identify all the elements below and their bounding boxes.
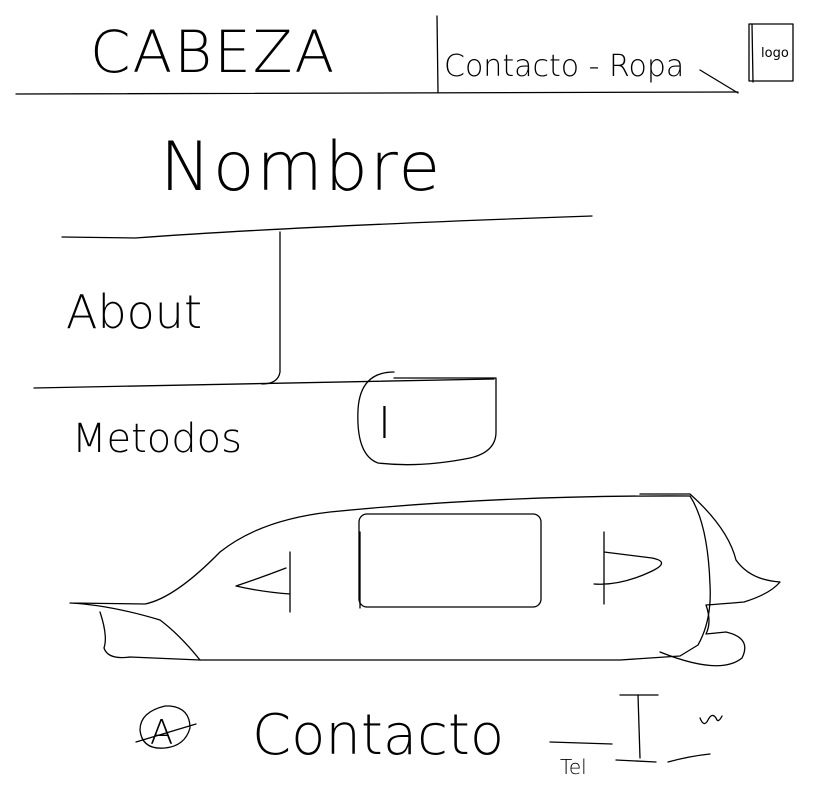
footer-icon-3[interactable]: W bbox=[667, 714, 723, 763]
hero-name: Nombre bbox=[160, 128, 442, 207]
header: CABEZA Contacto - Ropa logo bbox=[15, 15, 794, 95]
footer-contact-label[interactable]: Contacto bbox=[252, 703, 504, 768]
wireframe-sketch: CABEZA Contacto - Ropa logo Nombre About… bbox=[15, 15, 794, 779]
carousel-next-button[interactable] bbox=[593, 531, 663, 605]
header-divider bbox=[15, 91, 739, 95]
footer: A Contacto Tel I W bbox=[135, 694, 723, 779]
footer-icon-3-glyph: W bbox=[700, 739, 701, 741]
carousel bbox=[69, 493, 781, 667]
right-arrow-icon bbox=[593, 531, 663, 605]
metodos-label[interactable]: Metodos bbox=[72, 416, 242, 462]
about-section: About bbox=[33, 231, 495, 389]
footer-icon-2[interactable]: I bbox=[615, 694, 659, 763]
header-separator bbox=[436, 15, 439, 93]
carousel-prev-button[interactable] bbox=[235, 551, 291, 613]
footer-icon-2-glyph: I bbox=[630, 739, 631, 741]
about-bottom-line bbox=[33, 378, 495, 389]
header-nav-links[interactable]: Contacto - Ropa bbox=[444, 49, 684, 84]
carousel-frame bbox=[69, 495, 711, 661]
logo-box[interactable]: logo bbox=[748, 23, 794, 83]
nav-underline-stroke bbox=[699, 69, 739, 94]
wifi-icon bbox=[699, 714, 723, 725]
metodos-icon-glyph: I bbox=[378, 398, 391, 449]
about-label[interactable]: About bbox=[66, 285, 202, 339]
footer-social-icon[interactable]: A bbox=[135, 705, 197, 753]
about-divider bbox=[261, 231, 281, 385]
footer-icon-glyph: A bbox=[150, 713, 173, 753]
footer-tel-text[interactable]: Tel bbox=[560, 755, 587, 779]
carousel-image-slot[interactable] bbox=[358, 513, 542, 608]
header-title: CABEZA bbox=[90, 18, 336, 86]
left-arrow-icon bbox=[235, 551, 291, 613]
footer-underline bbox=[549, 741, 613, 745]
logo-label: logo bbox=[761, 46, 789, 61]
metodos-image-box[interactable]: I bbox=[357, 371, 497, 466]
carousel-frame-left-detail bbox=[99, 611, 201, 661]
hero-underline bbox=[61, 215, 593, 239]
